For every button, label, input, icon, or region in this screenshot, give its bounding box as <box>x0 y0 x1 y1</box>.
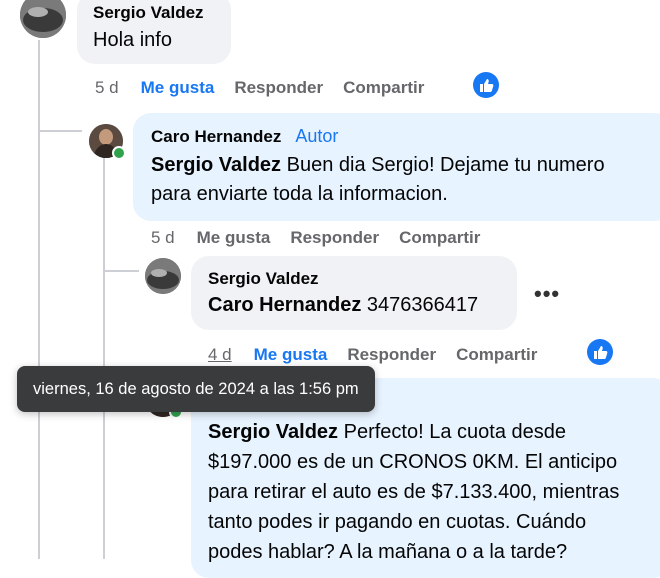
reply-button[interactable]: Responder <box>347 345 436 364</box>
comment-author[interactable]: Caro Hernandez <box>151 127 281 146</box>
comment-text: Sergio Valdez Buen dia Sergio! Dejame tu… <box>151 154 605 205</box>
mention-link[interactable]: Caro Hernandez <box>208 294 361 316</box>
mention-link[interactable]: Sergio Valdez <box>151 154 281 176</box>
more-options-icon[interactable]: ••• <box>534 281 560 307</box>
author-badge: Autor <box>295 126 339 146</box>
share-button[interactable]: Compartir <box>399 228 480 247</box>
avatar[interactable] <box>145 258 181 294</box>
timestamp-tooltip: viernes, 16 de agosto de 2024 a las 1:56… <box>17 366 375 412</box>
like-button[interactable]: Me gusta <box>254 345 328 364</box>
thread-line-branch <box>38 130 82 132</box>
comment-actions: 4 d Me gusta Responder Compartir <box>208 345 557 365</box>
like-button[interactable]: Me gusta <box>141 78 215 97</box>
thread-line <box>103 158 105 559</box>
comment-text: Caro Hernandez 3476366417 <box>208 294 479 316</box>
comment-text: Hola info <box>93 29 172 51</box>
thread-line-branch <box>103 270 139 272</box>
share-button[interactable]: Compartir <box>456 345 537 364</box>
reply-button[interactable]: Responder <box>234 78 323 97</box>
reply-button[interactable]: Responder <box>290 228 379 247</box>
comment-author-line: Caro Hernandez Autor <box>151 125 655 148</box>
comment-author[interactable]: Sergio Valdez <box>93 2 215 24</box>
comment-text: Sergio Valdez Perfecto! La cuota desde $… <box>208 421 620 563</box>
comment-timestamp[interactable]: 5 d <box>151 228 175 247</box>
comment-bubble: Sergio Valdez Caro Hernandez 3476366417 <box>191 256 517 330</box>
like-reaction-icon[interactable] <box>587 339 613 365</box>
avatar[interactable] <box>20 0 66 38</box>
comment-bubble: Sergio Valdez Hola info <box>77 0 231 64</box>
like-button[interactable]: Me gusta <box>197 228 271 247</box>
thread-line <box>38 40 40 559</box>
comment-author[interactable]: Sergio Valdez <box>208 268 500 290</box>
like-reaction-icon[interactable] <box>473 72 499 98</box>
comment-actions: 5 d Me gusta Responder Compartir <box>95 78 444 98</box>
share-button[interactable]: Compartir <box>343 78 424 97</box>
online-status-indicator <box>112 146 126 160</box>
comment-bubble: Caro Hernandez Autor Sergio Valdez Buen d… <box>133 113 660 221</box>
comment-timestamp[interactable]: 4 d <box>208 345 232 364</box>
comment-actions: 5 d Me gusta Responder Compartir <box>151 228 500 248</box>
comment-timestamp[interactable]: 5 d <box>95 78 119 97</box>
mention-link[interactable]: Sergio Valdez <box>208 421 338 443</box>
